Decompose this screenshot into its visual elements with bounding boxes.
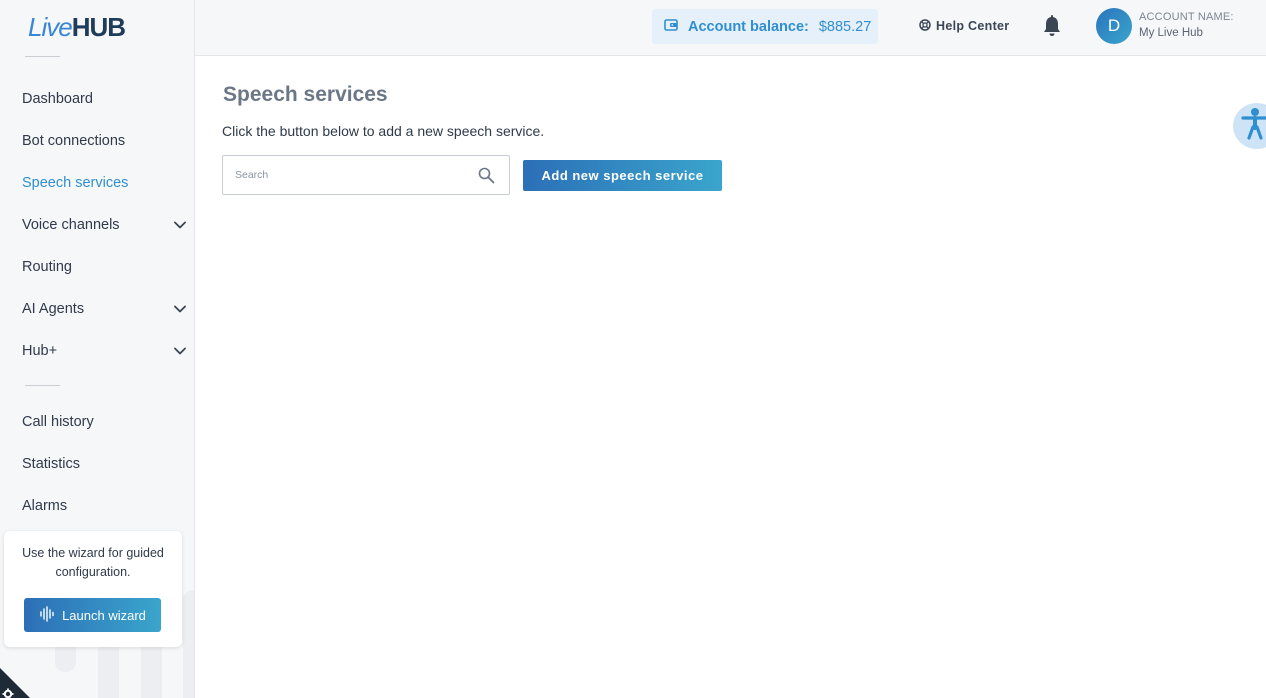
- add-new-speech-service-button[interactable]: Add new speech service: [523, 160, 722, 191]
- help-center-link[interactable]: Help Center: [919, 16, 1009, 36]
- avatar[interactable]: D: [1096, 8, 1132, 44]
- sidebar-item-label: Routing: [22, 259, 72, 275]
- top-bar: Account balance: $885.27 Help Center D A…: [195, 0, 1266, 56]
- settings-corner[interactable]: [0, 668, 30, 698]
- sidebar-divider-middle: [25, 385, 60, 386]
- waveform-icon: [39, 605, 55, 625]
- sidebar-item-label: Hub+: [22, 343, 58, 359]
- account-balance[interactable]: Account balance: $885.27: [652, 9, 878, 44]
- sidebar-divider-top: [25, 56, 60, 57]
- sidebar-item-label: Alarms: [22, 498, 68, 514]
- page-title: Speech services: [223, 83, 388, 106]
- sidebar-item-speech-services[interactable]: Speech services: [22, 171, 182, 195]
- sidebar: Live HUB Dashboard Bot connections Speec…: [0, 0, 195, 698]
- search-icon[interactable]: [478, 167, 495, 184]
- search-box: [222, 155, 510, 195]
- sidebar-item-call-history[interactable]: Call history: [22, 410, 182, 434]
- sidebar-item-label: Dashboard: [22, 91, 93, 107]
- account-label: ACCOUNT NAME:: [1139, 11, 1234, 23]
- sidebar-item-label: Statistics: [22, 456, 81, 472]
- sidebar-item-bot-connections[interactable]: Bot connections: [22, 129, 182, 153]
- page-subtitle: Click the button below to add a new spee…: [222, 123, 545, 139]
- app-root: Live HUB Dashboard Bot connections Speec…: [0, 0, 1266, 698]
- balance-label: Account balance:: [688, 18, 809, 35]
- account-info[interactable]: ACCOUNT NAME: My Live Hub: [1139, 9, 1234, 41]
- sidebar-item-label: Voice channels: [22, 217, 120, 233]
- sidebar-item-label: Call history: [22, 414, 94, 430]
- sidebar-item-routing[interactable]: Routing: [22, 255, 182, 279]
- chevron-down-icon[interactable]: [173, 218, 187, 232]
- bell-icon[interactable]: [1041, 14, 1063, 38]
- chevron-down-icon[interactable]: [173, 302, 187, 316]
- chevron-down-icon[interactable]: [173, 344, 187, 358]
- livehub-logo[interactable]: Live HUB: [28, 12, 126, 42]
- wizard-text: Use the wizard for guided configuration.: [22, 546, 164, 579]
- launch-wizard-button[interactable]: Launch wizard: [24, 598, 161, 632]
- help-center-label: Help Center: [936, 19, 1010, 33]
- account-name: My Live Hub: [1139, 27, 1203, 39]
- sidebar-item-label: Speech services: [22, 175, 129, 191]
- wizard-card: Use the wizard for guided configuration.…: [4, 531, 182, 647]
- gear-icon: [2, 688, 14, 698]
- sidebar-item-label: Bot connections: [22, 133, 126, 149]
- decorative-bar: [183, 590, 194, 698]
- wallet-icon: [664, 18, 678, 36]
- sidebar-item-hub-plus[interactable]: Hub+: [22, 339, 186, 363]
- sidebar-item-ai-agents[interactable]: AI Agents: [22, 297, 186, 321]
- main-content: Speech services Click the button below t…: [195, 56, 1266, 698]
- sidebar-item-voice-channels[interactable]: Voice channels: [22, 213, 186, 237]
- sidebar-item-dashboard[interactable]: Dashboard: [22, 87, 182, 111]
- sidebar-item-label: AI Agents: [22, 301, 85, 317]
- accessibility-icon: [1241, 107, 1266, 146]
- sidebar-item-alarms[interactable]: Alarms: [22, 494, 182, 518]
- logo-part-live: Live: [28, 12, 73, 42]
- launch-wizard-label: Launch wizard: [62, 607, 146, 623]
- logo-part-hub: HUB: [71, 12, 126, 42]
- accessibility-button[interactable]: [1233, 103, 1266, 149]
- sidebar-item-statistics[interactable]: Statistics: [22, 452, 182, 476]
- search-input[interactable]: [223, 156, 473, 194]
- balance-value: $885.27: [818, 18, 872, 35]
- lifebuoy-icon: [919, 18, 931, 34]
